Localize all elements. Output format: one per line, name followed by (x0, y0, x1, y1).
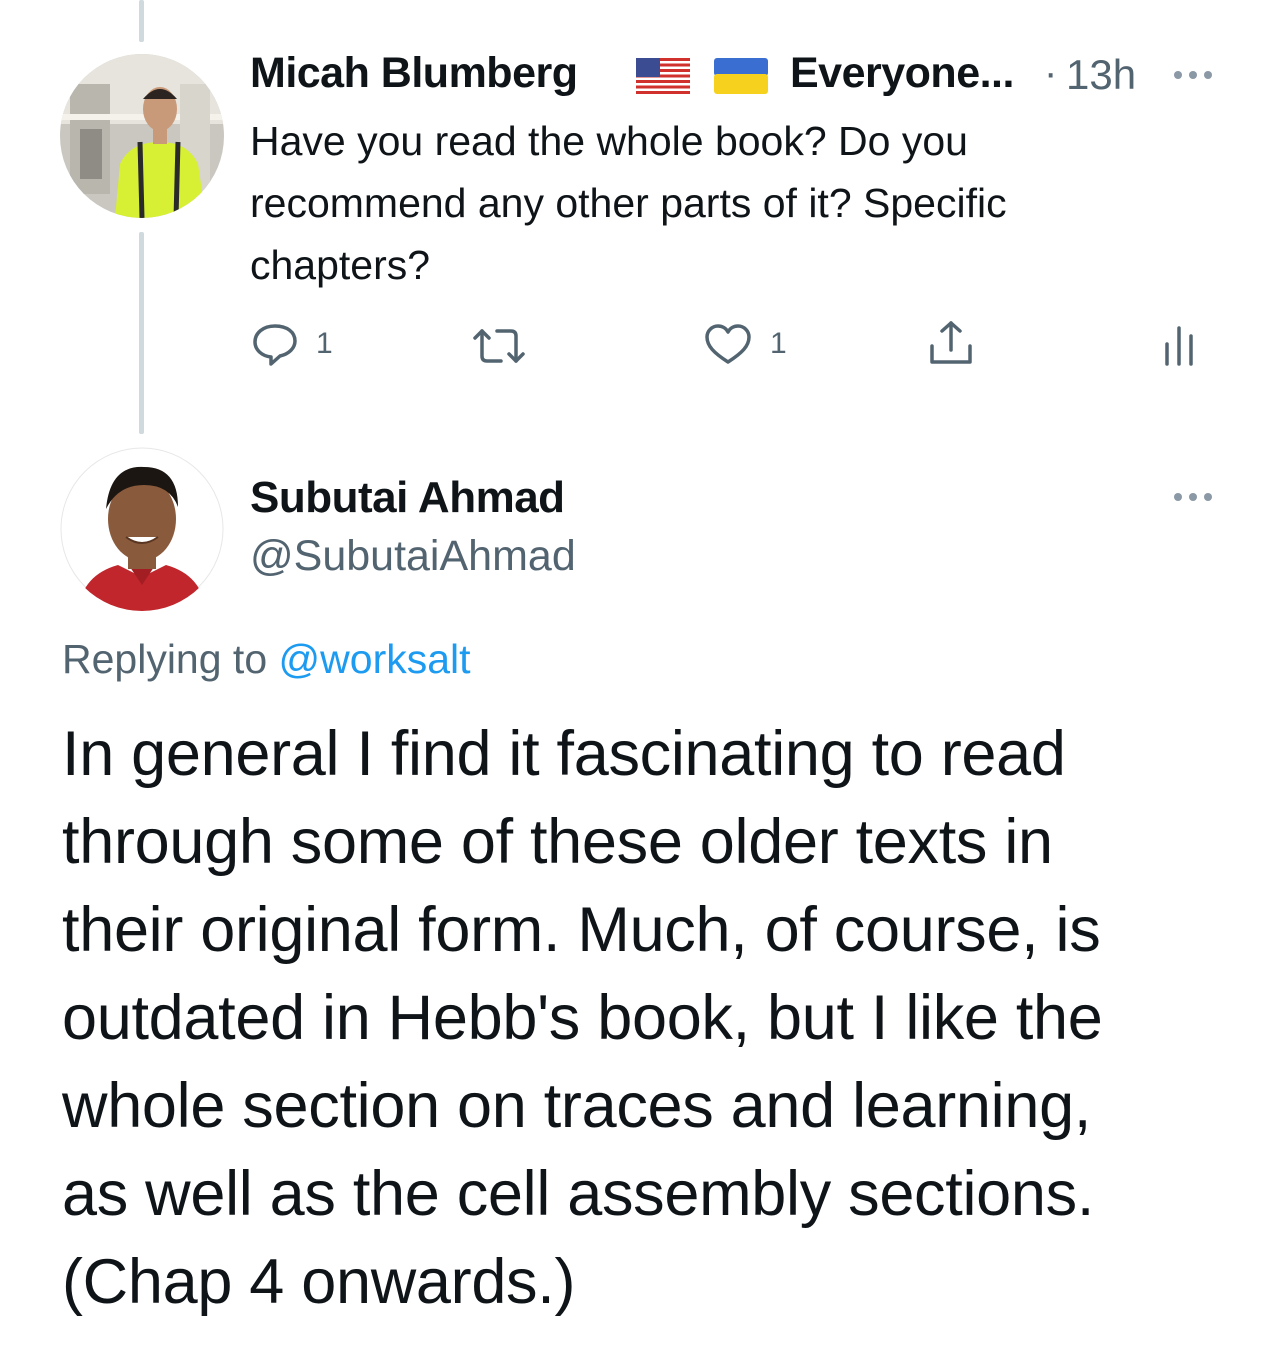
thread-line (139, 232, 144, 434)
micah-avatar[interactable] (60, 54, 224, 218)
subutai-author-handle[interactable]: @SubutaiAhmad (250, 532, 576, 581)
main-text-line: (Chap 4 onwards.) (62, 1247, 576, 1317)
tweet-timestamp[interactable]: 13h (1066, 51, 1136, 99)
main-text-line: In general I find it fascinating to read (62, 719, 1066, 789)
reply-icon (253, 324, 297, 366)
more-icon[interactable] (1174, 71, 1212, 79)
reply-button[interactable]: 1 (252, 322, 333, 366)
like-count: 1 (770, 327, 787, 360)
main-text-line: through some of these older texts in (62, 807, 1053, 877)
thread-line-top (139, 0, 144, 42)
replying-to-label: Replying to (62, 636, 268, 682)
micah-name-suffix[interactable]: Everyone... (790, 49, 1014, 98)
like-button[interactable]: 1 (704, 323, 787, 365)
analytics-icon (1165, 326, 1193, 366)
share-icon (930, 321, 972, 364)
timestamp-separator: · (1044, 51, 1058, 95)
reply-tweet-text: Have you read the whole book? Do you rec… (250, 110, 1007, 296)
reply-text-line: Have you read the whole book? Do you (250, 118, 968, 164)
replying-to-handle[interactable]: @worksalt (279, 636, 471, 682)
main-text-line: as well as the cell assembly sections. (62, 1159, 1095, 1229)
reply-text-line: recommend any other parts of it? Specifi… (250, 180, 1007, 226)
main-text-line: outdated in Hebb's book, but I like the (62, 983, 1103, 1053)
subutai-avatar[interactable] (60, 447, 224, 611)
micah-author-name[interactable]: Micah Blumberg (250, 49, 578, 98)
retweet-button[interactable] (469, 326, 529, 366)
main-text-line: their original form. Much, of course, is (62, 895, 1101, 965)
share-button[interactable] (928, 320, 974, 366)
subutai-author-name[interactable]: Subutai Ahmad (250, 473, 565, 523)
heart-icon (705, 324, 751, 364)
analytics-button[interactable] (1164, 322, 1194, 366)
reply-count: 1 (316, 327, 333, 360)
ukraine-flag-icon (714, 58, 768, 94)
us-flag-icon (636, 58, 690, 94)
retweet-icon (473, 329, 525, 363)
more-icon[interactable] (1174, 493, 1212, 501)
main-text-line: whole section on traces and learning, (62, 1071, 1092, 1141)
reply-text-line: chapters? (250, 242, 431, 288)
replying-to: Replying to @worksalt (62, 636, 471, 683)
main-tweet-text: In general I find it fascinating to read… (62, 710, 1103, 1326)
